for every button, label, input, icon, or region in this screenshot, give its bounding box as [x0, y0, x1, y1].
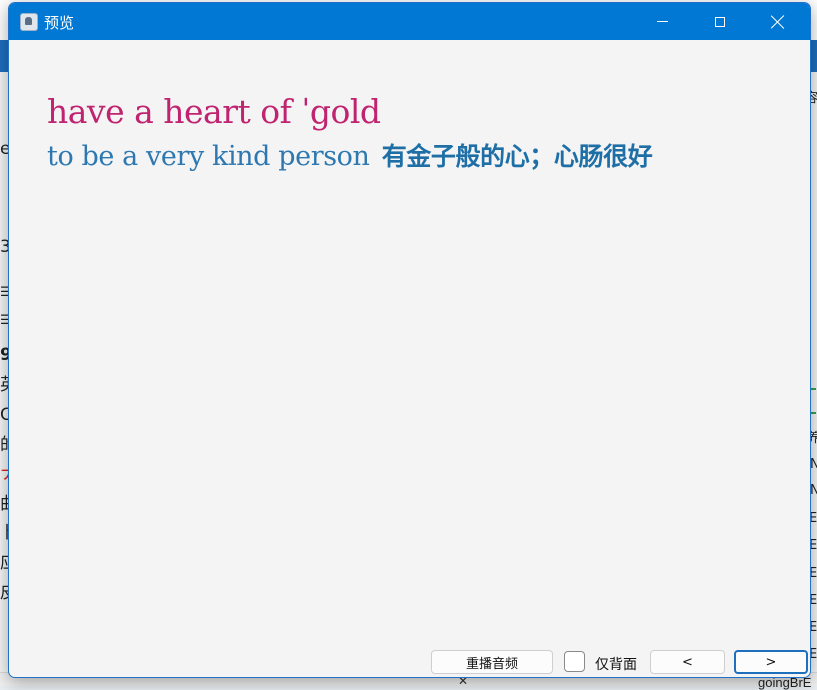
back-only-checkbox[interactable]: [564, 651, 585, 672]
minimize-icon: [656, 21, 668, 22]
card-definition-line: to be a very kind person 有金子般的心；心肠很好: [47, 137, 653, 173]
back-only-label: 仅背面: [595, 657, 637, 673]
window-title: 预览: [44, 14, 75, 32]
bg-right-fragment: N: [810, 483, 817, 498]
maximize-icon: [715, 16, 725, 27]
card-preview-area: have a heart of ˈgold to be a very kind …: [9, 40, 810, 677]
previous-button[interactable]: <: [650, 650, 725, 674]
next-button[interactable]: >: [734, 650, 808, 674]
maximize-button[interactable]: [697, 3, 743, 40]
card-translation: 有金子般的心；心肠很好: [381, 142, 653, 171]
preview-dialog: 预览 have a heart of ˈgold to be a very ki…: [8, 2, 811, 678]
replay-audio-button[interactable]: 重播音频: [431, 650, 553, 674]
app-icon: [20, 13, 38, 31]
card-definition: to be a very kind person: [47, 141, 370, 172]
close-icon: [771, 15, 785, 29]
minimize-button[interactable]: [639, 3, 685, 40]
title-bar[interactable]: 预览: [9, 3, 810, 40]
card-phrase: have a heart of ˈgold: [47, 92, 381, 131]
close-button[interactable]: [755, 3, 801, 40]
bg-right-fragment: N: [810, 457, 817, 472]
